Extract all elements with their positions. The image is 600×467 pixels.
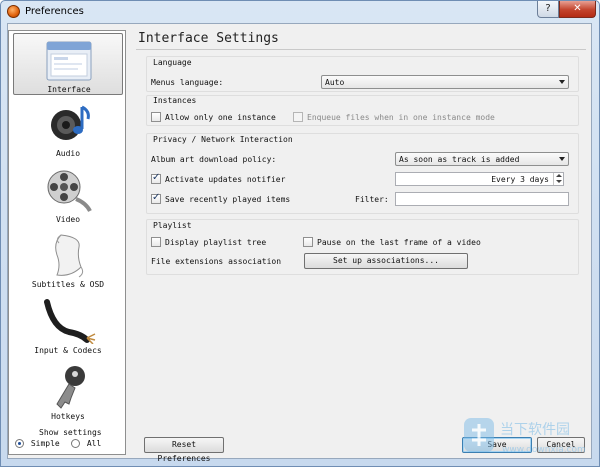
pause-last-frame-label: Pause on the last frame of a video xyxy=(317,238,481,247)
allow-one-instance-checkbox[interactable] xyxy=(151,112,161,122)
filter-label: Filter: xyxy=(355,195,389,204)
sidebar-item-label: Video xyxy=(55,215,81,224)
sidebar-item-label: Interface xyxy=(47,85,91,94)
playlist-group-title: Playlist xyxy=(153,221,192,230)
all-radio[interactable] xyxy=(71,439,80,448)
setup-associations-button[interactable]: Set up associations... xyxy=(304,253,468,269)
interface-icon xyxy=(46,41,92,81)
category-sidebar: Interface Audio Video Subtitles & OSD In… xyxy=(8,30,126,455)
language-group-title: Language xyxy=(153,58,192,67)
watermark-url: www.downxia.com xyxy=(502,445,586,455)
pause-last-frame-checkbox[interactable] xyxy=(303,237,313,247)
chevron-down-icon xyxy=(559,157,565,161)
title-divider xyxy=(136,49,586,50)
sidebar-item-interface[interactable]: Interface xyxy=(13,33,123,95)
help-button[interactable]: ? xyxy=(537,1,559,18)
audio-icon xyxy=(51,105,90,140)
menus-language-value: Auto xyxy=(325,78,345,87)
instances-group-title: Instances xyxy=(153,96,197,105)
sidebar-item-label: Hotkeys xyxy=(51,412,85,421)
allow-one-instance-label: Allow only one instance xyxy=(165,113,276,122)
sidebar-item-video[interactable]: Video xyxy=(13,165,123,227)
simple-radio[interactable] xyxy=(15,439,24,448)
sidebar-item-label: Subtitles & OSD xyxy=(31,280,105,289)
album-art-value: As soon as track is added xyxy=(399,155,520,164)
enqueue-files-checkbox[interactable] xyxy=(293,112,303,122)
sidebar-item-label: Input & Codecs xyxy=(34,346,102,355)
sidebar-item-audio[interactable]: Audio xyxy=(13,99,123,161)
input-codecs-icon xyxy=(44,299,96,344)
display-playlist-tree-checkbox[interactable] xyxy=(151,237,161,247)
updates-notifier-checkbox[interactable] xyxy=(151,172,161,184)
spin-up-icon[interactable] xyxy=(556,174,562,177)
reset-preferences-button[interactable]: Reset Preferences xyxy=(144,437,224,463)
sidebar-item-label: Audio xyxy=(55,149,81,158)
sidebar-item-input-codecs[interactable]: Input & Codecs xyxy=(13,296,123,358)
album-art-label: Album art download policy: xyxy=(151,155,277,164)
spin-arrows[interactable] xyxy=(553,173,563,185)
watermark-text: 当下软件园 xyxy=(500,422,570,438)
album-art-select[interactable]: As soon as track is added xyxy=(395,152,569,166)
updates-notifier-label: Activate updates notifier xyxy=(165,175,286,184)
all-radio-label: All xyxy=(86,439,102,448)
spin-down-icon[interactable] xyxy=(556,180,562,183)
show-settings-label: Show settings xyxy=(39,428,102,437)
vlc-cone-icon xyxy=(7,5,20,18)
updates-interval-spinbox[interactable]: Every 3 days xyxy=(395,172,564,186)
save-recent-label: Save recently played items xyxy=(165,195,291,204)
display-playlist-tree-label: Display playlist tree xyxy=(165,238,267,247)
sidebar-item-subtitles-osd[interactable]: Subtitles & OSD xyxy=(13,230,123,292)
privacy-group-title: Privacy / Network Interaction xyxy=(153,135,293,144)
filter-input[interactable] xyxy=(395,192,569,206)
enqueue-files-label: Enqueue files when in one instance mode xyxy=(307,113,495,122)
title-bar: Preferences ? ✕ xyxy=(1,1,599,23)
page-title: Interface Settings xyxy=(138,31,279,46)
menus-language-label: Menus language: xyxy=(151,78,224,87)
window-title: Preferences xyxy=(25,6,84,17)
video-icon xyxy=(47,170,92,212)
hotkeys-icon xyxy=(56,366,85,409)
menus-language-select[interactable]: Auto xyxy=(321,75,569,89)
watermark-logo: 当下软件园 www.downxia.com xyxy=(464,418,586,455)
subtitles-icon xyxy=(55,234,84,278)
simple-radio-label: Simple xyxy=(30,439,60,448)
save-recent-checkbox[interactable] xyxy=(151,192,161,204)
chevron-down-icon xyxy=(559,80,565,84)
close-button[interactable]: ✕ xyxy=(559,1,596,18)
updates-interval-value: Every 3 days xyxy=(491,175,549,184)
file-extensions-label: File extensions association xyxy=(151,257,282,266)
sidebar-item-hotkeys[interactable]: Hotkeys xyxy=(13,362,123,424)
